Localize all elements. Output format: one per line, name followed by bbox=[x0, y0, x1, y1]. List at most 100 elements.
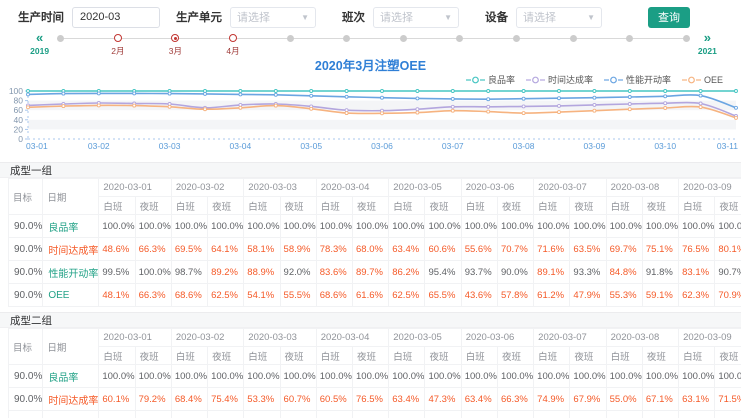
row-label-性能开动率[interactable]: 性能开动率 bbox=[43, 261, 99, 284]
date-column-header: 2020-03-06 bbox=[461, 329, 533, 347]
row-label-时间达成率[interactable]: 时间达成率 bbox=[43, 388, 99, 411]
shift-header: 夜班 bbox=[642, 347, 678, 365]
value-cell: 90.7% bbox=[715, 261, 741, 284]
value-cell: 100.0% bbox=[171, 365, 207, 388]
target-cell: 90.0% bbox=[9, 388, 43, 411]
query-button[interactable]: 查询 bbox=[648, 7, 690, 28]
value-cell: 74.9% bbox=[534, 388, 570, 411]
value-cell: 100.0% bbox=[316, 365, 352, 388]
value-cell: 63.4% bbox=[389, 238, 425, 261]
legend-label: 性能开动率 bbox=[626, 73, 671, 86]
value-cell: 65.5% bbox=[425, 284, 461, 307]
timeline-dot[interactable] bbox=[570, 35, 577, 42]
production-unit-select[interactable]: 请选择 ▼ bbox=[230, 7, 316, 28]
value-cell: 47.3% bbox=[425, 388, 461, 411]
date-column-header: 2020-03-01 bbox=[99, 329, 171, 347]
y-tick-label: 60 bbox=[14, 105, 24, 115]
value-cell: 83.1% bbox=[679, 261, 715, 284]
chevron-down-icon: ▼ bbox=[444, 13, 452, 22]
row-label-良品率[interactable]: 良品率 bbox=[43, 365, 99, 388]
legend-item-性能开动率[interactable]: 性能开动率 bbox=[604, 73, 671, 86]
value-cell: 66.3% bbox=[497, 388, 533, 411]
timeline-dot-3月[interactable]: 3月 bbox=[171, 34, 179, 42]
x-tick-label: 03-10 bbox=[654, 141, 676, 151]
value-cell: 100.0% bbox=[606, 365, 642, 388]
timeline-dot-4月[interactable]: 4月 bbox=[229, 34, 237, 42]
row-label-性能开动率[interactable]: 性能开动率 bbox=[43, 411, 99, 418]
equipment-select[interactable]: 请选择 ▼ bbox=[516, 7, 602, 28]
timeline-dot[interactable] bbox=[683, 35, 690, 42]
value-cell: 100.0% bbox=[99, 365, 135, 388]
timeline-dot-2月[interactable]: 2月 bbox=[114, 34, 122, 42]
value-cell: 100.0% bbox=[244, 365, 280, 388]
production-time-input[interactable] bbox=[72, 7, 160, 28]
shift-header: 夜班 bbox=[280, 347, 316, 365]
timeline-dot[interactable] bbox=[343, 35, 350, 42]
value-cell: 54.1% bbox=[244, 284, 280, 307]
value-cell: 66.3% bbox=[135, 238, 171, 261]
legend-item-时间达成率[interactable]: 时间达成率 bbox=[526, 73, 593, 86]
production-unit-placeholder: 请选择 bbox=[237, 9, 270, 25]
x-tick-label: 03-11 bbox=[717, 141, 738, 151]
value-cell: 100.0% bbox=[316, 215, 352, 238]
value-cell: 60.7% bbox=[280, 388, 316, 411]
shift-header: 夜班 bbox=[715, 197, 741, 215]
value-cell: 53.3% bbox=[244, 388, 280, 411]
value-cell: 70.9% bbox=[715, 284, 741, 307]
target-cell: 90.0% bbox=[9, 238, 43, 261]
timeline-dot[interactable] bbox=[400, 35, 407, 42]
target-cell: 90.0% bbox=[9, 261, 43, 284]
legend-item-OEE[interactable]: OEE bbox=[682, 75, 723, 85]
date-column-header: 2020-03-07 bbox=[534, 179, 606, 197]
value-cell: 85.9% bbox=[642, 411, 678, 418]
legend-label: OEE bbox=[704, 75, 723, 85]
shift-header: 夜班 bbox=[208, 197, 244, 215]
timeline-next-icon[interactable]: » 2021 bbox=[704, 32, 711, 44]
date-column-header: 2020-03-03 bbox=[244, 179, 316, 197]
date-column-header: 2020-03-09 bbox=[679, 329, 741, 347]
legend-line-circle-icon bbox=[466, 76, 485, 84]
timeline-dot[interactable] bbox=[626, 35, 633, 42]
value-cell: 55.6% bbox=[461, 238, 497, 261]
shift-header: 夜班 bbox=[135, 197, 171, 215]
oee-line-chart: 02040608010003-0103-0203-0303-0403-0503-… bbox=[0, 86, 741, 157]
legend-item-良品率[interactable]: 良品率 bbox=[466, 73, 515, 86]
value-cell: 90.5% bbox=[497, 411, 533, 418]
shift-header: 夜班 bbox=[353, 197, 389, 215]
date-column-header: 2020-03-08 bbox=[606, 179, 678, 197]
shift-header: 夜班 bbox=[425, 347, 461, 365]
timeline-dot[interactable] bbox=[456, 35, 463, 42]
value-cell: 67.1% bbox=[642, 388, 678, 411]
row-label-OEE[interactable]: OEE bbox=[43, 284, 99, 307]
shift-header: 白班 bbox=[171, 197, 207, 215]
value-cell: 95.0% bbox=[99, 411, 135, 418]
value-cell: 63.5% bbox=[570, 238, 606, 261]
row-label-良品率[interactable]: 良品率 bbox=[43, 215, 99, 238]
group-title-成型一组: 成型一组 bbox=[0, 162, 741, 178]
value-cell: 58.1% bbox=[244, 238, 280, 261]
value-cell: 63.4% bbox=[461, 388, 497, 411]
value-cell: 70.7% bbox=[497, 238, 533, 261]
timeline-prev-icon[interactable]: « 2019 bbox=[36, 32, 43, 44]
value-cell: 67.9% bbox=[570, 388, 606, 411]
shift-header: 白班 bbox=[461, 347, 497, 365]
chart-title: 2020年3月注塑OEE bbox=[0, 59, 741, 73]
shift-header: 白班 bbox=[244, 347, 280, 365]
shift-placeholder: 请选择 bbox=[380, 9, 413, 25]
timeline-dot[interactable] bbox=[57, 35, 64, 42]
value-cell: 59.1% bbox=[642, 284, 678, 307]
value-cell: 86.2% bbox=[389, 261, 425, 284]
value-cell: 71.6% bbox=[534, 238, 570, 261]
shift-select[interactable]: 请选择 ▼ bbox=[373, 7, 459, 28]
value-cell: 100.0% bbox=[353, 365, 389, 388]
timeline-dot[interactable] bbox=[287, 35, 294, 42]
value-cell: 63.4% bbox=[389, 388, 425, 411]
timeline-dot[interactable] bbox=[513, 35, 520, 42]
row-label-时间达成率[interactable]: 时间达成率 bbox=[43, 238, 99, 261]
y-tick-label: 40 bbox=[14, 115, 24, 125]
oee-table-成型一组: 目标日期2020-03-012020-03-022020-03-032020-0… bbox=[8, 178, 741, 307]
shift-header: 白班 bbox=[461, 197, 497, 215]
timeline-track: 2月 3月 4月 bbox=[57, 32, 690, 44]
value-cell: 64.1% bbox=[208, 238, 244, 261]
value-cell: 61.6% bbox=[353, 284, 389, 307]
